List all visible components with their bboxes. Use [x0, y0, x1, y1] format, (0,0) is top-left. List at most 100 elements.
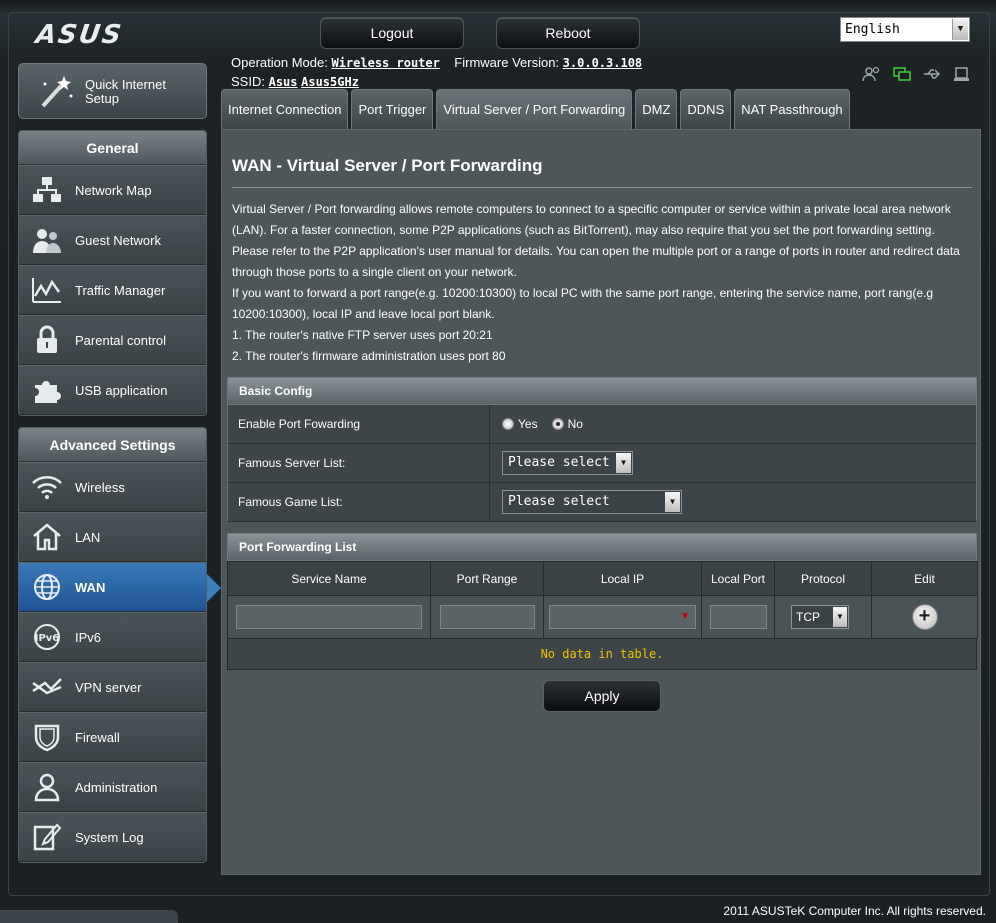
column-header: Protocol: [774, 561, 872, 596]
tab-port-trigger[interactable]: Port Trigger: [351, 89, 434, 129]
apply-button[interactable]: Apply: [543, 680, 661, 712]
usb-icon[interactable]: [922, 66, 942, 82]
router-admin-page: ASUS Logout Reboot English ▼ Operation M…: [0, 0, 996, 923]
reboot-button[interactable]: Reboot: [496, 17, 640, 49]
port-range-input[interactable]: [439, 605, 535, 629]
description-note: 2. The router's firmware administration …: [232, 349, 506, 363]
sidebar-item-administration[interactable]: Administration: [19, 762, 206, 812]
operation-mode-link[interactable]: Wireless router: [331, 56, 439, 70]
description-note: 1. The router's native FTP server uses p…: [232, 328, 493, 342]
sidebar-item-lan[interactable]: LAN: [19, 512, 206, 562]
sidebar-item-label: System Log: [75, 829, 144, 845]
basic-config-section: Basic Config Enable Port Fowarding Yes N…: [227, 377, 977, 522]
chevron-down-icon: ▼: [665, 492, 680, 512]
column-header: Port Range: [430, 561, 544, 596]
section-title: Port Forwarding List: [227, 533, 977, 561]
language-select[interactable]: English ▼: [840, 17, 970, 42]
protocol-select[interactable]: TCP ▼: [791, 605, 849, 629]
network-map-icon: [19, 165, 75, 215]
traffic-manager-icon: [19, 265, 75, 315]
field-label: Enable Port Fowarding: [228, 405, 490, 443]
wifi-icon: [19, 462, 75, 512]
table-cell: +: [871, 595, 978, 639]
select-value: Please select: [508, 455, 610, 470]
local-port-input[interactable]: [709, 605, 767, 629]
sidebar-item-label: USB application: [75, 382, 168, 398]
globe-icon: [19, 562, 75, 612]
chevron-down-icon: ▼: [952, 19, 968, 40]
clients-icon[interactable]: [862, 66, 882, 82]
radio-label: No: [567, 417, 583, 431]
field-value: Please select ▼: [490, 444, 976, 482]
column-header: Service Name: [227, 561, 431, 596]
sidebar-item-parental-control[interactable]: Parental control: [19, 315, 206, 365]
description: Virtual Server / Port forwarding allows …: [232, 199, 974, 367]
operation-mode-line: Operation Mode: Wireless router Firmware…: [231, 55, 642, 70]
ssid-5g-link[interactable]: Asus5GHz: [301, 75, 359, 89]
sidebar-item-guest-network[interactable]: Guest Network: [19, 215, 206, 265]
printer-icon[interactable]: [952, 66, 972, 82]
ssid-line: SSID: Asus Asus5GHz: [231, 74, 359, 89]
famous-game-select[interactable]: Please select ▼: [502, 490, 682, 514]
table-cell: [227, 595, 431, 639]
tab-virtual-server[interactable]: Virtual Server / Port Forwarding: [436, 89, 633, 129]
table-cell: TCP ▼: [774, 595, 872, 639]
tab-dmz[interactable]: DMZ: [635, 89, 678, 129]
sidebar-item-label: Wireless: [75, 479, 125, 495]
enable-no-radio[interactable]: [551, 418, 564, 430]
field-value: Yes No: [490, 405, 976, 443]
local-ip-dropdown-icon[interactable]: ▼: [676, 607, 694, 627]
sidebar-item-vpn-server[interactable]: VPN server: [19, 662, 206, 712]
radio-label: Yes: [518, 417, 538, 431]
sidebar-item-wireless[interactable]: Wireless: [19, 462, 206, 512]
firmware-version-link[interactable]: 3.0.0.3.108: [563, 56, 642, 70]
port-forwarding-table: Service Name Port Range Local IP Local P…: [227, 561, 978, 639]
user-icon: [19, 762, 75, 812]
enable-port-forwarding-row: Enable Port Fowarding Yes No: [227, 405, 977, 444]
famous-server-row: Famous Server List: Please select ▼: [227, 444, 977, 483]
famous-game-row: Famous Game List: Please select ▼: [227, 483, 977, 522]
table-input-row: ▼ TCP ▼ +: [227, 595, 978, 639]
sidebar-item-label: Parental control: [75, 332, 167, 348]
house-icon: [19, 512, 75, 562]
description-paragraph: Virtual Server / Port forwarding allows …: [232, 202, 960, 279]
sidebar-item-ipv6[interactable]: IPv6 IPv6: [19, 612, 206, 662]
ipv6-icon: IPv6: [19, 612, 75, 662]
operation-mode-label: Operation Mode:: [231, 55, 328, 70]
service-name-input[interactable]: [236, 605, 422, 629]
ssid-label: SSID:: [231, 74, 265, 89]
general-menu: General Network Map Guest Network Traffi…: [18, 130, 207, 416]
ssid-2g-link[interactable]: Asus: [269, 75, 298, 89]
internet-status-icon[interactable]: [892, 66, 912, 82]
tab-internet-connection[interactable]: Internet Connection: [221, 89, 349, 129]
local-ip-input[interactable]: ▼: [549, 605, 696, 629]
sidebar-item-traffic-manager[interactable]: Traffic Manager: [19, 265, 206, 315]
log-icon: [19, 812, 75, 862]
field-label: Famous Server List:: [228, 444, 490, 482]
table-cell: ▼: [543, 595, 702, 639]
add-entry-icon[interactable]: +: [911, 604, 938, 630]
sidebar-item-label: Administration: [75, 779, 158, 795]
column-header: Local IP: [543, 561, 702, 596]
chevron-down-icon: ▼: [616, 453, 631, 473]
lock-icon: [19, 315, 75, 365]
puzzle-icon: [19, 365, 75, 415]
bottom-strip: [0, 910, 178, 923]
famous-server-select[interactable]: Please select ▼: [502, 451, 633, 475]
table-cell: [430, 595, 544, 639]
sidebar-item-firewall[interactable]: Firewall: [19, 712, 206, 762]
quick-internet-setup-button[interactable]: Quick Internet Setup: [18, 63, 207, 119]
vpn-icon: [19, 662, 75, 712]
sidebar-item-system-log[interactable]: System Log: [19, 812, 206, 862]
sidebar-item-usb-application[interactable]: USB application: [19, 365, 206, 415]
sidebar-item-wan[interactable]: WAN: [19, 562, 206, 612]
tab-nat-passthrough[interactable]: NAT Passthrough: [734, 89, 850, 129]
svg-text:IPv6: IPv6: [35, 633, 60, 644]
select-value: Please select: [508, 494, 610, 509]
logout-button[interactable]: Logout: [320, 17, 464, 49]
tab-ddns[interactable]: DDNS: [680, 89, 732, 129]
enable-yes-radio[interactable]: [502, 418, 514, 430]
sidebar-item-label: Network Map: [75, 182, 152, 198]
sidebar-item-network-map[interactable]: Network Map: [19, 165, 206, 215]
field-value: Please select ▼: [490, 483, 976, 521]
